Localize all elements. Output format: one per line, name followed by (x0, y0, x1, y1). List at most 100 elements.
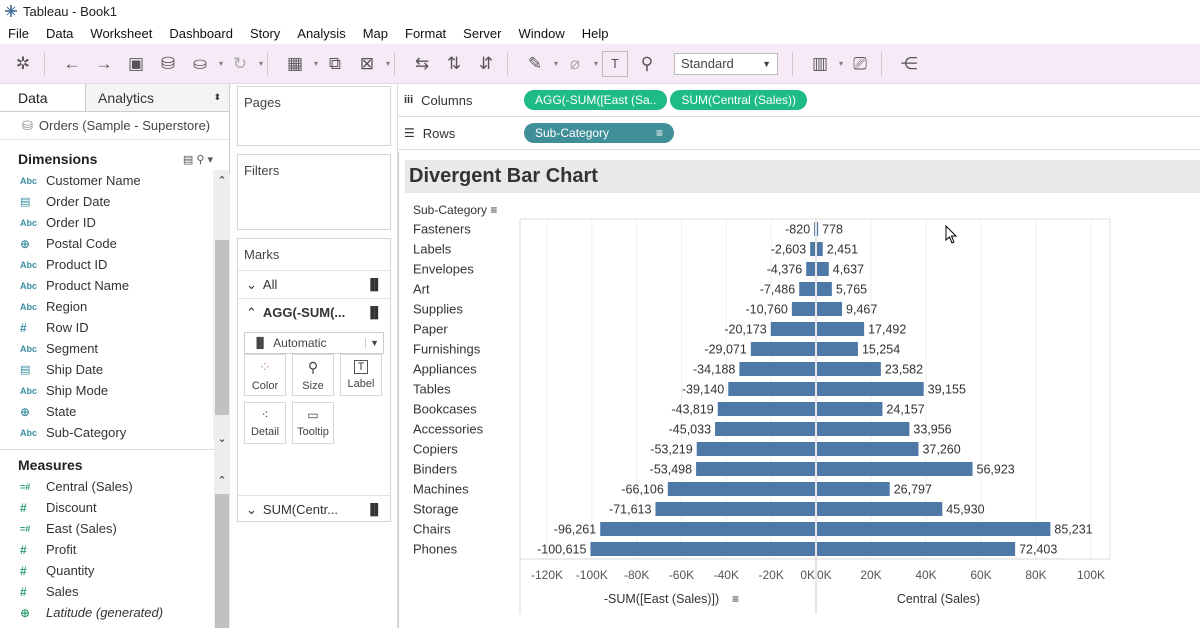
measure-field[interactable]: =# East (Sales) (0, 518, 229, 539)
dimension-tools-icon[interactable]: ▤ ⚲ ▾ (183, 153, 213, 166)
field-name: Order Date (46, 194, 111, 209)
sort-ascending-icon[interactable]: ⇅ (441, 51, 467, 77)
duplicate-sheet-icon[interactable]: ⧉ (322, 51, 348, 77)
bar-central (817, 522, 1051, 536)
menu-item-file[interactable]: File (8, 26, 29, 41)
detail-button[interactable]: ⁖ Detail (244, 402, 286, 444)
fix-axes-icon[interactable]: ⚲ (634, 51, 660, 77)
data-label-central: 778 (822, 223, 843, 237)
menu-item-server[interactable]: Server (463, 26, 501, 41)
refresh-icon[interactable]: ↻ ▾ (227, 51, 263, 77)
dimension-field[interactable]: Abc Ship Mode (0, 380, 213, 401)
scroll-up-icon[interactable]: ⌃ (214, 174, 230, 187)
new-datasource-icon[interactable]: ⛁ (155, 51, 181, 77)
dimension-field[interactable]: ▤ Order Date (0, 191, 213, 212)
measure-field[interactable]: # Profit (0, 539, 229, 560)
color-button[interactable]: ⁘ Color (244, 354, 286, 396)
measure-field[interactable]: # Quantity (0, 560, 229, 581)
clear-sheet-icon[interactable]: ⊠ ▾ (354, 51, 390, 77)
dimension-field[interactable]: # Row ID (0, 317, 213, 338)
undo-icon[interactable]: ← (59, 51, 85, 77)
label-button[interactable]: T Label (340, 354, 382, 396)
scroll-up-icon[interactable]: ⌃ (214, 474, 230, 487)
measure-field[interactable]: # Discount (0, 497, 229, 518)
highlight-icon[interactable]: ✎ ▾ (522, 51, 558, 77)
rows-icon: ☰ (404, 126, 415, 140)
dimension-field[interactable]: Abc Region (0, 296, 213, 317)
dimension-field[interactable]: Abc Order ID (0, 212, 213, 233)
sort-icon: ≡ (655, 126, 663, 140)
measure-field[interactable]: =# Central (Sales) (0, 476, 229, 497)
tooltip-button[interactable]: ▭ Tooltip (292, 402, 334, 444)
column-pill-central[interactable]: SUM(Central (Sales)) (670, 90, 808, 110)
menu-item-format[interactable]: Format (405, 26, 446, 41)
axis-tick-label: -40K (714, 568, 739, 582)
tab-analytics[interactable]: Analytics ⬍ (86, 84, 229, 111)
bar-central (817, 482, 890, 496)
dimension-field[interactable]: Abc Sub-Category (0, 422, 213, 440)
category-label: Art (413, 282, 430, 297)
category-label: Tables (413, 382, 451, 397)
bar-east (728, 382, 815, 396)
tab-data[interactable]: Data (0, 84, 86, 111)
category-label: Envelopes (413, 262, 474, 277)
dimensions-scrollbar[interactable]: ⌃ ⌄ (214, 174, 230, 514)
data-label-east: -10,760 (745, 303, 787, 317)
dimension-field[interactable]: ▤ Ship Date (0, 359, 213, 380)
mouse-cursor-icon (945, 225, 958, 244)
tableau-home-icon[interactable]: ✲ (10, 51, 36, 77)
pages-card[interactable]: Pages (237, 86, 391, 146)
dimension-field[interactable]: Abc Product Name (0, 275, 213, 296)
measure-field[interactable]: ⊕ Latitude (generated) (0, 602, 229, 623)
pause-updates-icon[interactable]: ⛀ ▾ (187, 51, 223, 77)
menu-item-dashboard[interactable]: Dashboard (169, 26, 233, 41)
dimension-field[interactable]: Abc Segment (0, 338, 213, 359)
save-icon[interactable]: ▣ (123, 51, 149, 77)
measure-field[interactable]: # Sales (0, 581, 229, 602)
show-me-icon[interactable]: ▥ ▾ (807, 51, 843, 77)
rows-shelf[interactable]: ☰ Rows Sub-Category ≡ (398, 117, 1200, 150)
sort-descending-icon[interactable]: ⇵ (473, 51, 499, 77)
menu-item-data[interactable]: Data (46, 26, 73, 41)
menu-item-worksheet[interactable]: Worksheet (90, 26, 152, 41)
marks-all-row[interactable]: ⌄ All ▐▌ (238, 270, 390, 298)
menu-item-map[interactable]: Map (363, 26, 388, 41)
dimension-field[interactable]: ⊕ Postal Code (0, 233, 213, 254)
dimension-field[interactable]: Abc Customer Name (0, 170, 213, 191)
dimension-field[interactable]: ⊕ State (0, 401, 213, 422)
chevron-down-icon: ▼ (762, 58, 771, 69)
columns-shelf[interactable]: iii Columns AGG(-SUM([East (Sa.. SUM(Cent… (398, 84, 1200, 117)
dimension-field[interactable]: Abc Product ID (0, 254, 213, 275)
category-label: Copiers (413, 442, 458, 457)
measures-scrollbar[interactable]: ⌃ (214, 474, 230, 628)
divider (267, 51, 268, 76)
presentation-icon[interactable]: ⎚ (847, 51, 873, 77)
fit-dropdown[interactable]: Standard ▼ (674, 52, 778, 75)
show-labels-icon[interactable]: T (602, 50, 628, 77)
marks-agg-row[interactable]: ⌃ AGG(-SUM(... ▐▌ (238, 298, 390, 326)
group-icon[interactable]: ⌀ ▾ (562, 51, 598, 77)
data-label-central: 37,260 (922, 443, 960, 457)
row-pill-subcategory[interactable]: Sub-Category ≡ (524, 123, 674, 143)
bar-central (817, 322, 865, 336)
menu-item-help[interactable]: Help (582, 26, 609, 41)
datasource-item[interactable]: ⛁ Orders (Sample - Superstore) (0, 112, 229, 140)
mark-type-dropdown[interactable]: ▐▌ Automatic ▼ (244, 332, 384, 354)
column-pill-east[interactable]: AGG(-SUM([East (Sa.. (524, 90, 668, 110)
swap-icon[interactable]: ⇆ (409, 51, 435, 77)
scroll-down-icon[interactable]: ⌄ (214, 432, 230, 445)
menu-item-window[interactable]: Window (518, 26, 564, 41)
redo-icon[interactable]: → (91, 51, 117, 77)
filters-card[interactable]: Filters (237, 154, 391, 230)
menu-item-story[interactable]: Story (250, 26, 280, 41)
new-worksheet-icon[interactable]: ▦ ▾ (282, 51, 318, 77)
measures-header: Measures (0, 454, 229, 476)
divider (394, 51, 395, 76)
menu-item-analysis[interactable]: Analysis (297, 26, 345, 41)
bar-central (817, 442, 919, 456)
marks-sum-row[interactable]: ⌄ SUM(Centr... ▐▌ (238, 495, 390, 523)
axis-tick-label: 40K (915, 568, 936, 582)
data-label-central: 33,956 (913, 423, 951, 437)
share-icon[interactable]: ⋲ (896, 51, 922, 77)
size-button[interactable]: ⚲ Size (292, 354, 334, 396)
